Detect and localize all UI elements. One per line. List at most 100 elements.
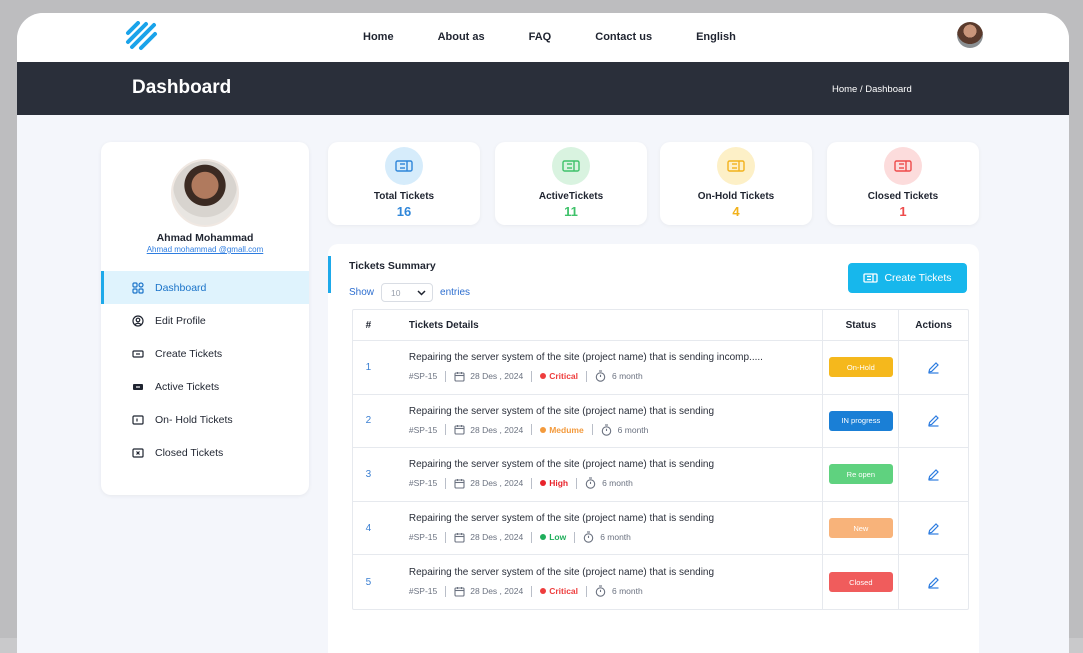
stat-value: 16 (396, 204, 412, 219)
ticket-id: #SP-15 (408, 478, 438, 489)
ticket-icon (552, 147, 590, 185)
stat-label: Total Tickets (373, 191, 435, 202)
priority-badge: Medume (540, 424, 584, 435)
panel-accent-bar (328, 256, 331, 293)
ticket-meta: #SP-15 28 Des , 2024 High 6 month (408, 477, 823, 490)
stat-card-closed[interactable]: Closed Tickets 1 (827, 142, 979, 225)
ticket-date: 28 Des , 2024 (470, 478, 524, 489)
brand-logo[interactable] (124, 21, 158, 51)
ticket-duration: 6 month (612, 371, 643, 382)
ticket-details: Repairing the server system of the site … (384, 567, 823, 597)
ticket-meta: #SP-15 28 Des , 2024 Critical 6 month (409, 585, 823, 597)
sidebar-item-active-tickets[interactable]: Active Tickets (101, 370, 309, 403)
sidebar-item-create-tickets[interactable]: Create Tickets (101, 337, 309, 370)
ticket-icon (132, 348, 144, 360)
nav-faq-link[interactable]: FAQ (529, 31, 552, 43)
status-cell: On-Hold (822, 341, 898, 394)
status-cell: Closed (822, 555, 898, 609)
sidebar-item-closed-tickets[interactable]: Closed Tickets (101, 436, 309, 469)
priority-label: Medume (549, 424, 584, 435)
nav-about-link[interactable]: About as (438, 31, 485, 43)
divider (445, 370, 447, 382)
stopwatch-icon (595, 585, 606, 597)
calendar-icon (454, 478, 465, 489)
ticket-date: 28 Des , 2024 (470, 586, 524, 597)
ticket-meta: #SP-15 28 Des , 2024 Low 6 month (409, 531, 823, 543)
sidebar-item-on-hold-tickets[interactable]: On- Hold Tickets (101, 403, 309, 436)
nav-contact-link[interactable]: Contact us (595, 31, 652, 43)
stat-value: 4 (732, 204, 740, 219)
ticket-duration: 6 month (617, 424, 649, 435)
calendar-icon (454, 371, 465, 382)
sidebar-item-dashboard[interactable]: Dashboard (101, 271, 309, 304)
ticket-id: #SP-15 (408, 371, 438, 382)
table-row[interactable]: 5 Repairing the server system of the site… (353, 555, 968, 609)
priority-dot (540, 588, 547, 595)
nav-home-link[interactable]: Home (363, 31, 394, 43)
column-header-details: Tickets Details (408, 319, 479, 331)
calendar-icon (454, 586, 465, 597)
ticket-title[interactable]: Repairing the server system of the site … (409, 352, 823, 363)
stopwatch-icon (601, 424, 611, 436)
edit-pencil-icon[interactable] (927, 522, 940, 535)
actions-cell (898, 555, 968, 609)
ticket-date: 28 Des , 2024 (470, 371, 524, 382)
priority-badge: Critical (540, 371, 578, 381)
table-row[interactable]: 1 Repairing the server system of the site… (353, 341, 968, 395)
page-header: Dashboard Home / Dashboard (17, 62, 1069, 115)
calendar-icon (454, 425, 465, 435)
entries-select[interactable]: 10 (381, 283, 434, 302)
row-number: 2 (365, 415, 372, 427)
edit-pencil-icon[interactable] (927, 414, 940, 427)
user-avatar[interactable] (957, 22, 983, 48)
ticket-title[interactable]: Repairing the server system of the site … (409, 406, 823, 417)
app-window: Home About as FAQ Contact us English Das… (17, 13, 1069, 653)
row-number: 4 (365, 522, 372, 534)
panel-title: Tickets Summary (349, 260, 436, 272)
sidebar-item-label: Edit Profile (155, 314, 206, 327)
priority-dot (540, 373, 547, 380)
stat-card-on-hold[interactable]: On-Hold Tickets 4 (660, 142, 812, 225)
priority-dot (540, 426, 547, 433)
stat-card-active[interactable]: ActiveTickets 11 (495, 142, 647, 225)
stopwatch-icon (595, 370, 606, 383)
priority-badge: High (540, 478, 568, 488)
table-row[interactable]: 3 Repairing the server system of the site… (353, 448, 968, 502)
column-header-number: # (365, 319, 372, 331)
table-body: 1 Repairing the server system of the site… (353, 341, 968, 609)
status-badge: Closed (828, 572, 893, 593)
edit-pencil-icon[interactable] (927, 361, 940, 374)
ticket-title[interactable]: Repairing the server system of the site … (409, 567, 823, 578)
ticket-closed-icon (132, 447, 144, 459)
edit-pencil-icon[interactable] (927, 468, 940, 481)
chevron-down-icon (417, 289, 426, 296)
ticket-duration: 6 month (600, 532, 631, 543)
ticket-title[interactable]: Repairing the server system of the site … (409, 513, 823, 524)
actions-cell (898, 501, 968, 555)
ticket-details: Repairing the server system of the site … (384, 352, 823, 383)
ticket-title[interactable]: Repairing the server system of the site … (409, 459, 823, 470)
create-tickets-button[interactable]: Create Tickets (848, 263, 967, 293)
sidebar: Ahmad Mohammad Ahmad mohammad @gmall.com… (101, 142, 309, 495)
show-label: Show (349, 287, 375, 298)
language-selector[interactable]: English (696, 31, 736, 43)
divider (576, 477, 578, 489)
ticket-duration: 6 month (602, 478, 633, 489)
table-row[interactable]: 2 Repairing the server system of the site… (353, 394, 968, 449)
device-frame: Home About as FAQ Contact us English Das… (0, 0, 1083, 653)
divider (445, 531, 447, 543)
ticket-filled-icon (132, 381, 144, 393)
row-number: 1 (365, 361, 372, 373)
divider (531, 477, 533, 489)
stat-card-total[interactable]: Total Tickets 16 (328, 142, 480, 225)
stat-value: 11 (564, 204, 578, 219)
priority-label: Critical (549, 586, 579, 597)
table-row[interactable]: 4 Repairing the server system of the site… (353, 501, 968, 556)
ticket-id: #SP-15 (408, 424, 438, 435)
sidebar-item-edit-profile[interactable]: Edit Profile (101, 304, 309, 337)
divider (445, 424, 447, 436)
tickets-summary-panel: Tickets Summary Show 10 entries Create T… (328, 244, 979, 653)
profile-email[interactable]: Ahmad mohammad @gmall.com (101, 245, 309, 254)
actions-cell (898, 394, 968, 448)
edit-pencil-icon[interactable] (927, 576, 940, 589)
